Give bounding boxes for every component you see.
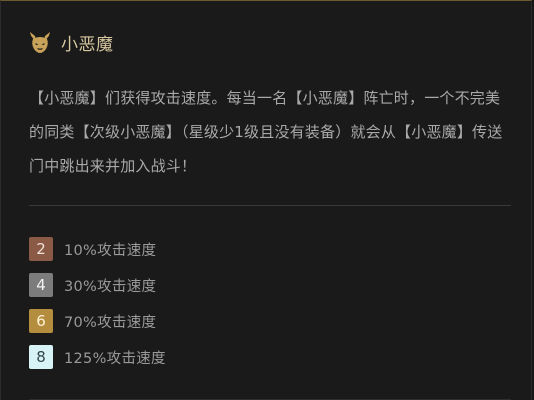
tier-list: 2 10%攻击速度 4 30%攻击速度 6 70%攻击速度 8 125%攻击速度 [29, 236, 166, 380]
tier-row-2: 2 10%攻击速度 [29, 236, 166, 262]
trait-tooltip: 小恶魔 【小恶魔】们获得攻击速度。每当一名【小恶魔】阵亡时，一个不完美的同类【次… [0, 0, 532, 400]
divider [29, 205, 511, 206]
tier-row-4: 4 30%攻击速度 [29, 272, 166, 298]
tier-effect: 125%攻击速度 [64, 350, 166, 367]
trait-title: 小恶魔 [61, 34, 114, 55]
tier-badge-gold: 6 [29, 309, 53, 333]
tier-badge-chromatic: 8 [29, 345, 53, 369]
tier-row-8: 8 125%攻击速度 [29, 344, 166, 370]
trait-description: 【小恶魔】们获得攻击速度。每当一名【小恶魔】阵亡时，一个不完美的同类【次级小恶魔… [29, 89, 503, 175]
imp-head-icon [30, 32, 50, 53]
tier-badge-silver: 4 [29, 273, 53, 297]
trait-header: 小恶魔 [27, 27, 114, 57]
tier-effect: 30%攻击速度 [64, 278, 157, 295]
tier-effect: 10%攻击速度 [64, 242, 157, 259]
tier-effect: 70%攻击速度 [64, 314, 157, 331]
tier-badge-bronze: 2 [29, 237, 53, 261]
tier-row-6: 6 70%攻击速度 [29, 308, 166, 334]
